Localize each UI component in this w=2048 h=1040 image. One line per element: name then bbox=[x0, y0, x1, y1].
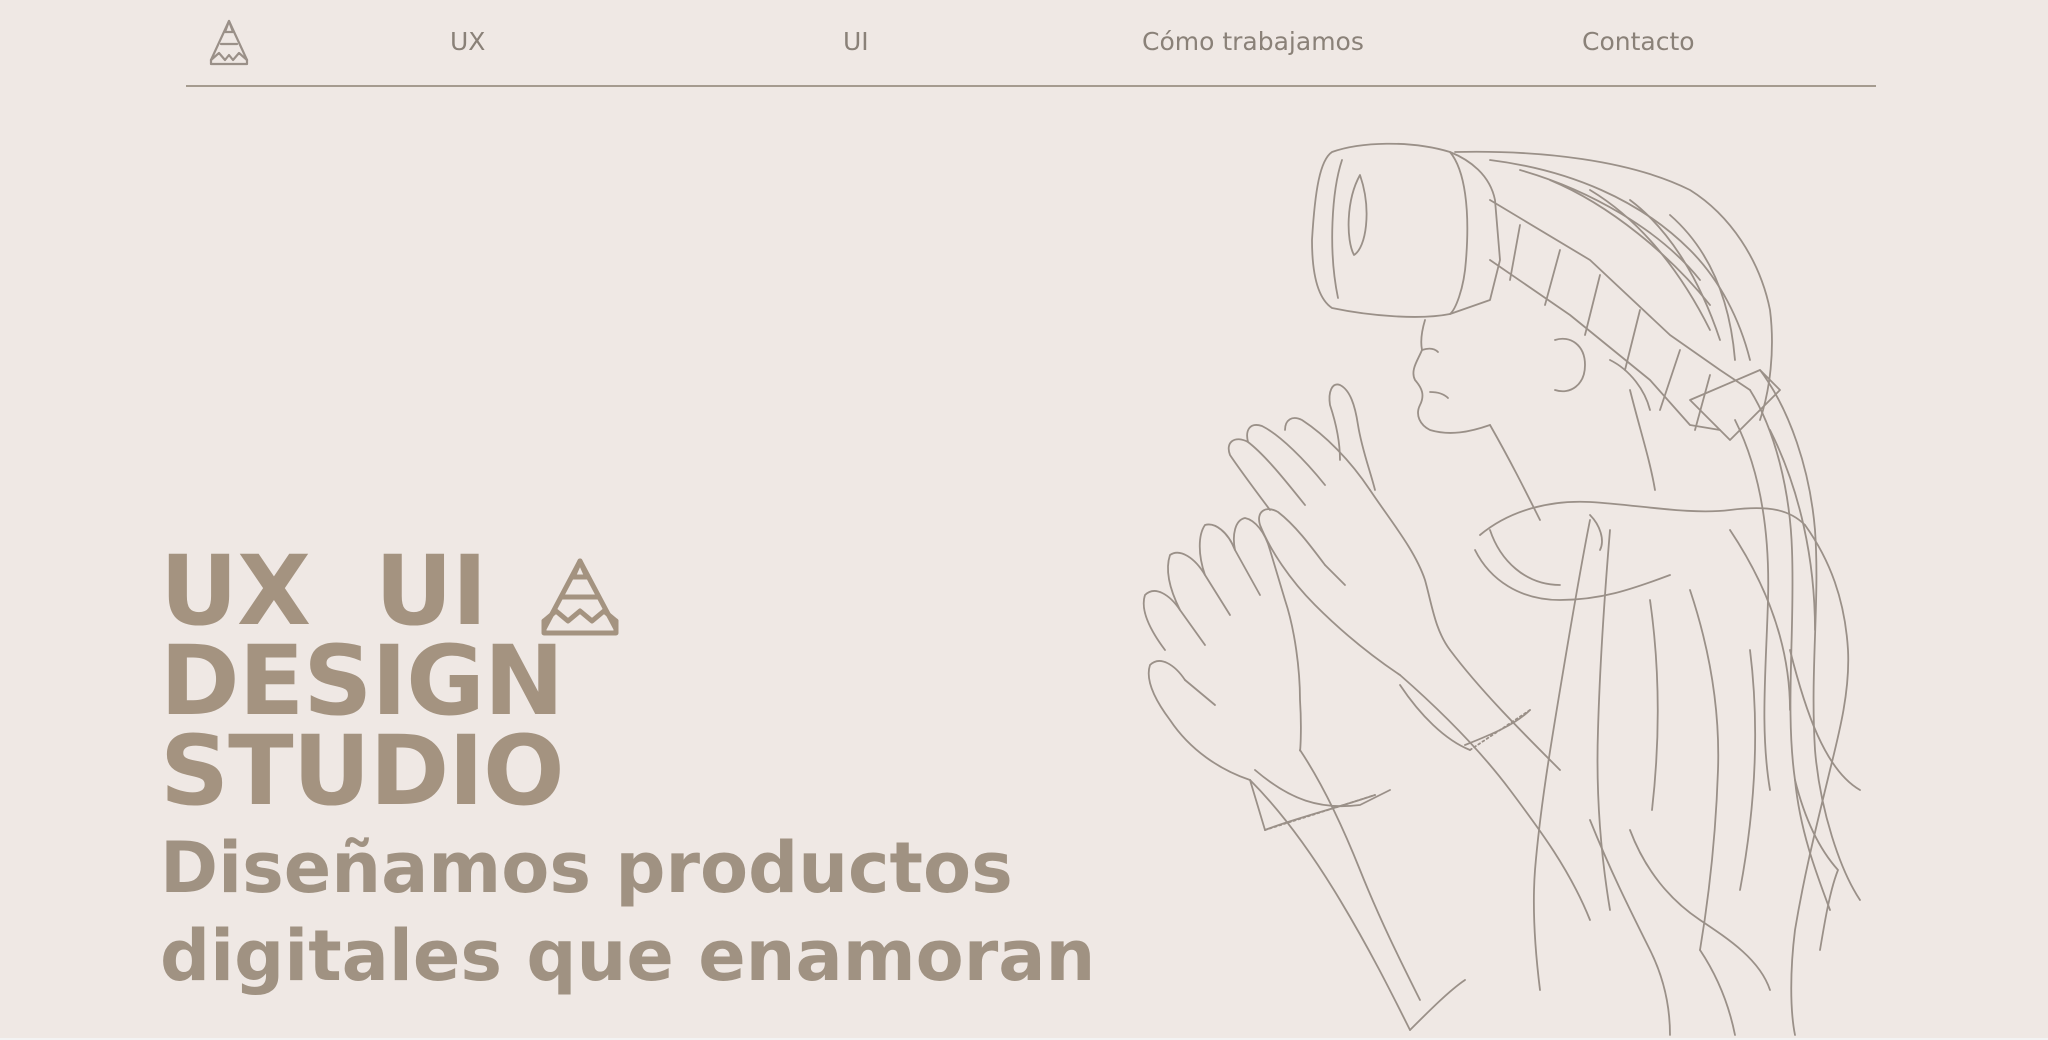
top-navigation: UX UI Cómo trabajamos Contacto bbox=[0, 0, 2048, 87]
tagline-line-1: Diseñamos productos bbox=[160, 827, 1013, 909]
tagline-line-2: digitales que enamoran bbox=[160, 915, 1096, 997]
nav-link-contacto[interactable]: Contacto bbox=[1582, 24, 1695, 60]
brand-line-ux-ui: UX UI bbox=[160, 535, 487, 647]
home-logo-icon[interactable] bbox=[205, 18, 253, 68]
hero-tagline: Diseñamos productos digitales que enamor… bbox=[160, 824, 1096, 1000]
brand-heading: UX UI DESIGN STUDIO bbox=[160, 535, 640, 835]
nav-link-ux[interactable]: UX bbox=[450, 24, 485, 60]
brand-line-design: DESIGN bbox=[160, 625, 564, 737]
vr-headset-person-illustration-icon bbox=[1070, 130, 1910, 1038]
brand-line-studio: STUDIO bbox=[160, 715, 565, 827]
landing-page: UX UI Cómo trabajamos Contacto UX UI DES… bbox=[0, 0, 2048, 1038]
nav-divider bbox=[186, 85, 1876, 87]
nav-link-ui[interactable]: UI bbox=[843, 24, 869, 60]
nav-link-como-trabajamos[interactable]: Cómo trabajamos bbox=[1142, 24, 1364, 60]
